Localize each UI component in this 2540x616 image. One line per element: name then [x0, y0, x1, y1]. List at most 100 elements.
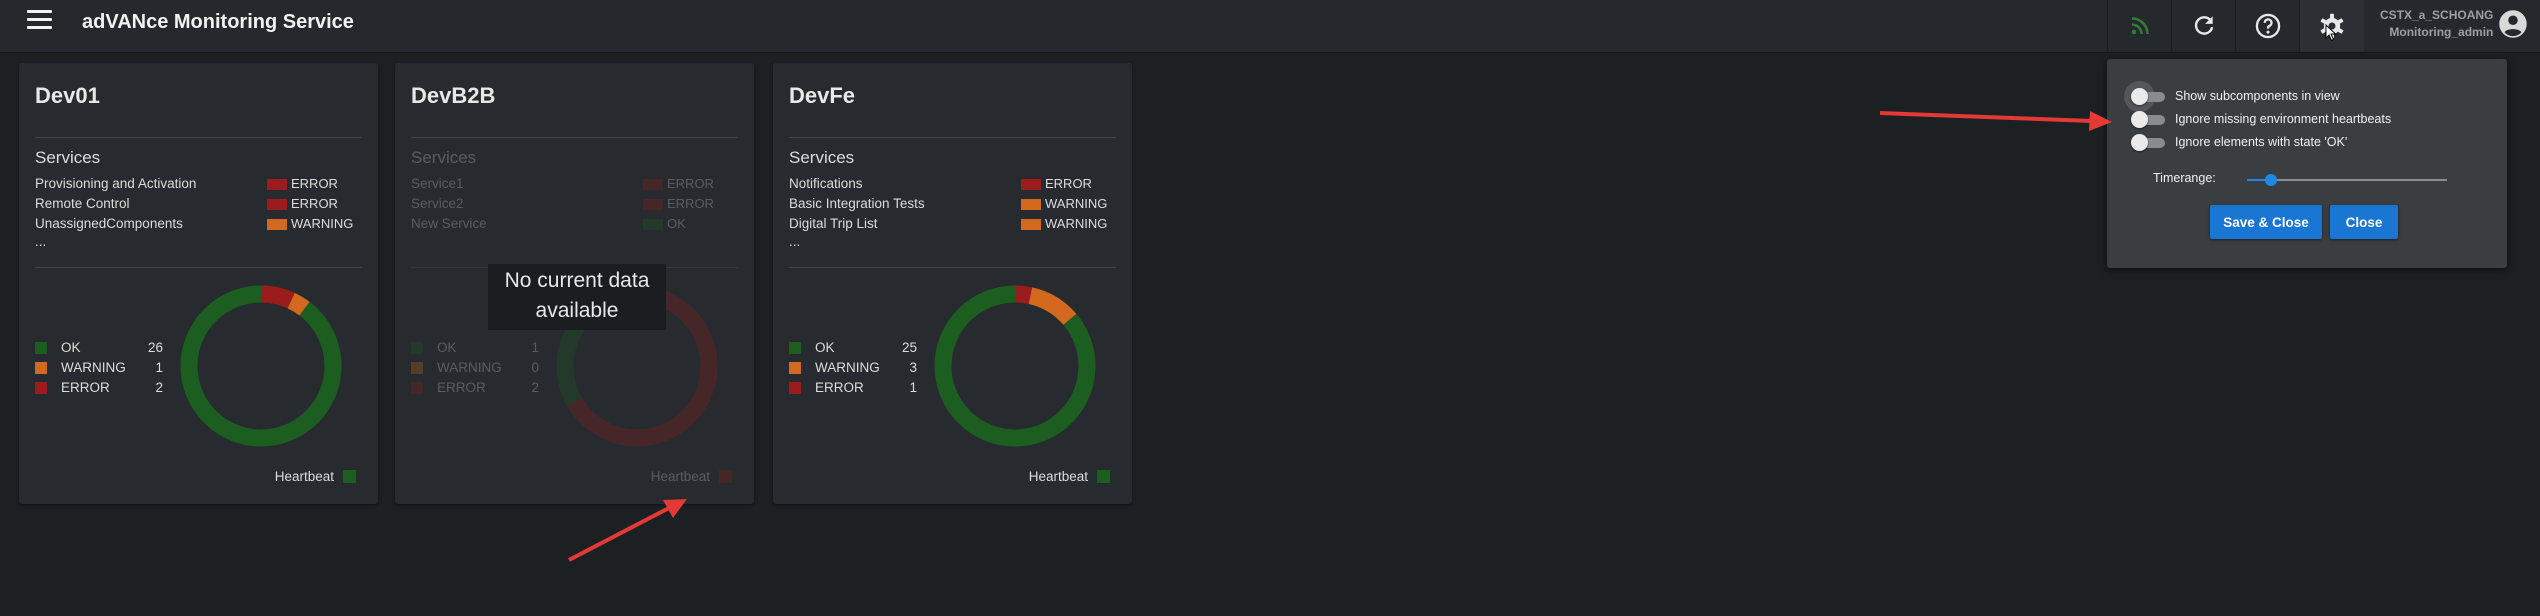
donut-segment-ok[interactable]	[180, 285, 342, 447]
service-name: Service2	[411, 196, 464, 211]
legend-row-ok: OK 25	[789, 338, 919, 358]
service-name: Provisioning and Activation	[35, 176, 197, 191]
legend-label: OK	[815, 340, 835, 355]
divider	[789, 267, 1116, 268]
help-button[interactable]	[2235, 0, 2300, 52]
service-row[interactable]: Remote Control ERROR	[35, 194, 355, 214]
service-state: OK	[667, 216, 686, 231]
heartbeat-status-dot	[719, 470, 732, 483]
save-close-button[interactable]: Save & Close	[2210, 205, 2322, 239]
legend-label: ERROR	[61, 380, 110, 395]
legend-row-warning: WARNING 0	[411, 358, 541, 378]
heartbeat-indicator: Heartbeat	[275, 469, 356, 484]
toggle-switch[interactable]	[2124, 81, 2165, 112]
legend-row-warning: WARNING 3	[789, 358, 919, 378]
service-row[interactable]: New Service OK	[411, 214, 731, 234]
user-name: CSTX_a_SCHOANG	[2380, 8, 2494, 22]
annotation-arrow-settings	[1879, 111, 2112, 131]
close-button[interactable]: Close	[2330, 205, 2398, 239]
legend-row-ok: OK 1	[411, 338, 541, 358]
user-info: CSTX_a_SCHOANG Monitoring_admin	[2380, 7, 2493, 41]
heartbeat-status-dot	[343, 470, 356, 483]
legend-swatch	[411, 342, 423, 354]
status-legend: OK 26 WARNING 1 ERROR 2	[35, 338, 165, 398]
services-list: Service1 ERROR Service2 ERROR New Servic…	[411, 174, 731, 234]
service-state: ERROR	[291, 196, 338, 211]
service-name: Service1	[411, 176, 464, 191]
legend-row-warning: WARNING 1	[35, 358, 165, 378]
refresh-icon	[2194, 16, 2214, 35]
annotation-arrow-heartbeat	[568, 499, 687, 562]
heartbeat-indicator: Heartbeat	[651, 469, 732, 484]
service-name: New Service	[411, 216, 487, 231]
legend-label: OK	[61, 340, 81, 355]
option-ignore-ok[interactable]: Ignore elements with state 'OK'	[2131, 132, 2347, 152]
more-services[interactable]: ...	[35, 234, 355, 254]
divider	[789, 137, 1116, 138]
rss-feed-icon	[2131, 17, 2149, 35]
service-state: ERROR	[667, 176, 714, 191]
more-services[interactable]: ...	[789, 234, 1109, 254]
rss-feed-button[interactable]	[2107, 0, 2172, 52]
timerange-label: Timerange:	[2153, 171, 2216, 185]
legend-row-ok: OK 26	[35, 338, 165, 358]
divider	[35, 267, 362, 268]
option-label: Show subcomponents in view	[2175, 89, 2340, 103]
toggle-switch[interactable]	[2131, 133, 2165, 151]
toggle-switch[interactable]	[2131, 110, 2165, 128]
more-indicator: ...	[789, 234, 801, 249]
service-state: ERROR	[667, 196, 714, 211]
legend-count: 1	[155, 360, 163, 375]
legend-row-error: ERROR 2	[35, 378, 165, 398]
refresh-button[interactable]	[2171, 0, 2236, 52]
service-row[interactable]: Digital Trip List WARNING	[789, 214, 1109, 234]
service-state: WARNING	[291, 216, 354, 231]
option-label: Ignore elements with state 'OK'	[2175, 135, 2348, 149]
service-state: ERROR	[1045, 176, 1092, 191]
slider-rail	[2247, 179, 2447, 181]
service-name: UnassignedComponents	[35, 216, 183, 231]
services-heading: Services	[411, 148, 477, 167]
divider	[35, 137, 362, 138]
heartbeat-indicator: Heartbeat	[1029, 469, 1110, 484]
legend-row-error: ERROR 1	[789, 378, 919, 398]
status-swatch	[1021, 179, 1041, 190]
toggle-thumb	[2131, 134, 2148, 151]
top-bar: adVANce Monitoring Service CSTX_a_SCHOAN…	[0, 0, 2540, 53]
service-row[interactable]: Basic Integration Tests WARNING	[789, 194, 1109, 214]
status-swatch	[1021, 199, 1041, 210]
status-donut-chart[interactable]	[179, 284, 343, 448]
slider-thumb[interactable]	[2265, 174, 2277, 186]
timerange-slider[interactable]	[2247, 171, 2447, 189]
status-swatch	[643, 179, 663, 190]
service-row[interactable]: Service1 ERROR	[411, 174, 731, 194]
option-ignore-heartbeats[interactable]: Ignore missing environment heartbeats	[2131, 109, 2391, 129]
service-row[interactable]: Notifications ERROR	[789, 174, 1109, 194]
environment-card-devb2b[interactable]: DevB2B Services Service1 ERROR Service2 …	[395, 63, 754, 504]
option-show-subcomponents[interactable]: Show subcomponents in view	[2124, 81, 2340, 112]
legend-swatch	[411, 362, 423, 374]
legend-count: 1	[531, 340, 539, 355]
menu-icon[interactable]	[27, 10, 52, 32]
services-heading: Services	[789, 148, 855, 167]
environment-card-dev01[interactable]: Dev01 Services Provisioning and Activati…	[19, 63, 378, 504]
settings-panel: Show subcomponents in view Ignore missin…	[2107, 59, 2507, 268]
status-swatch	[643, 219, 663, 230]
service-row[interactable]: UnassignedComponents WARNING	[35, 214, 355, 234]
legend-count: 3	[909, 360, 917, 375]
status-legend: OK 1 WARNING 0 ERROR 2	[411, 338, 541, 398]
heartbeat-label: Heartbeat	[274, 469, 334, 484]
status-donut-chart[interactable]	[933, 284, 1097, 448]
card-title: Dev01	[35, 83, 100, 108]
service-name: Notifications	[789, 176, 863, 191]
service-row[interactable]: Provisioning and Activation ERROR	[35, 174, 355, 194]
account-icon[interactable]	[2498, 9, 2528, 39]
service-state: WARNING	[1045, 196, 1108, 211]
status-swatch	[643, 199, 663, 210]
legend-swatch	[789, 362, 801, 374]
legend-swatch	[789, 342, 801, 354]
legend-swatch	[789, 382, 801, 394]
service-state: ERROR	[291, 176, 338, 191]
service-row[interactable]: Service2 ERROR	[411, 194, 731, 214]
environment-card-devfe[interactable]: DevFe Services Notifications ERROR Basic…	[773, 63, 1132, 504]
